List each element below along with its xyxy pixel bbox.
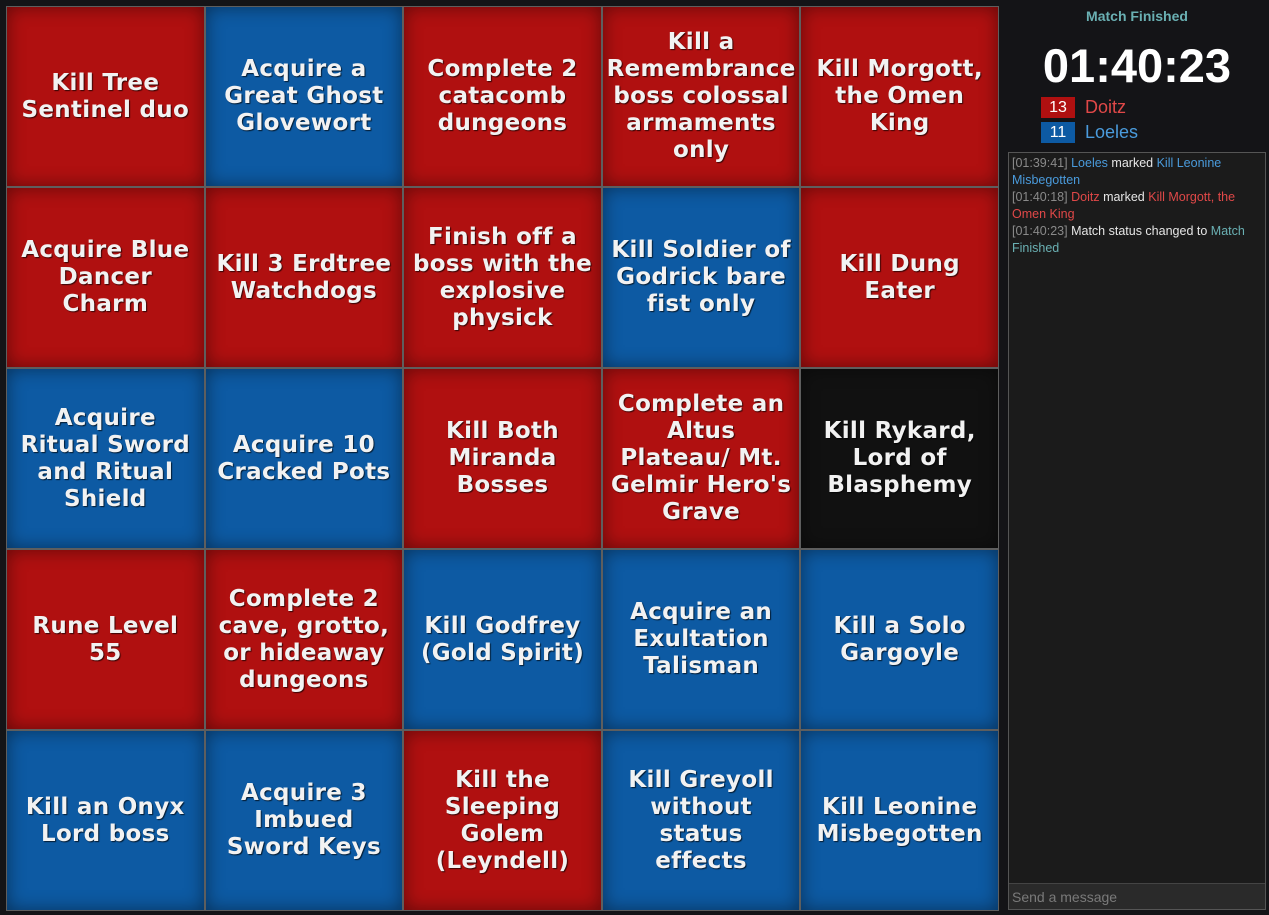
board-cell[interactable]: Kill Greyoll without status effects: [602, 731, 800, 910]
chat-actor: Loeles: [1071, 156, 1108, 170]
team-score-badge: 13: [1041, 96, 1075, 118]
board-cell[interactable]: Kill Both Miranda Bosses: [404, 369, 601, 548]
board-cell[interactable]: Kill an Onyx Lord boss: [7, 731, 204, 910]
board-cell[interactable]: Kill Tree Sentinel duo: [7, 7, 204, 186]
board-cell[interactable]: Acquire Ritual Sword and Ritual Shield: [7, 369, 204, 548]
board-cell[interactable]: Complete an Altus Plateau/ Mt. Gelmir He…: [602, 369, 800, 548]
match-status: Match Finished: [1086, 8, 1188, 24]
team-row-red: 13 Doitz: [1041, 95, 1269, 119]
chat-timestamp: [01:39:41]: [1012, 156, 1068, 170]
board-cell[interactable]: Kill 3 Erdtree Watchdogs: [205, 188, 403, 367]
board-cell[interactable]: Kill Dung Eater: [801, 188, 998, 367]
chat-action: marked: [1103, 190, 1145, 204]
chat-log[interactable]: [01:39:41] Loeles marked Kill Leonine Mi…: [1009, 153, 1265, 259]
board-cell[interactable]: Finish off a boss with the explosive phy…: [404, 188, 601, 367]
team-row-blue: 11 Loeles: [1041, 120, 1269, 144]
chat-actor: Doitz: [1071, 190, 1100, 204]
chat-panel: [01:39:41] Loeles marked Kill Leonine Mi…: [1008, 152, 1266, 910]
board-cell[interactable]: Kill a Remembrance boss colossal armamen…: [602, 7, 800, 186]
match-timer: 01:40:23: [1042, 39, 1232, 92]
sidebar: Match Finished 01:40:23 13 Doitz 11 Loel…: [1005, 0, 1269, 915]
team-score-badge: 11: [1041, 121, 1075, 143]
board-cell[interactable]: Kill Rykard, Lord of Blasphemy: [801, 369, 998, 548]
board-cell[interactable]: Kill a Solo Gargoyle: [801, 550, 998, 729]
team-name: Doitz: [1085, 96, 1127, 117]
chat-action: Match status changed to: [1071, 224, 1208, 238]
board-cell[interactable]: Kill Godfrey (Gold Spirit): [404, 550, 601, 729]
chat-message: [01:39:41] Loeles marked Kill Leonine Mi…: [1012, 155, 1262, 189]
board-cell[interactable]: Acquire Blue Dancer Charm: [7, 188, 204, 367]
board-cell[interactable]: Acquire a Great Ghost Glovewort: [205, 7, 403, 186]
team-name: Loeles: [1085, 121, 1139, 142]
bingo-board: Kill Tree Sentinel duo Acquire a Great Gh…: [6, 6, 999, 911]
board-cell[interactable]: Complete 2 catacomb dungeons: [404, 7, 601, 186]
board-cell[interactable]: Acquire 3 Imbued Sword Keys: [205, 731, 403, 910]
board-cell[interactable]: Kill Soldier of Godrick bare fist only: [602, 188, 800, 367]
board-cell[interactable]: Rune Level 55: [7, 550, 204, 729]
board-cell[interactable]: Complete 2 cave, grotto, or hideaway dun…: [205, 550, 403, 729]
board-cell[interactable]: Acquire 10 Cracked Pots: [205, 369, 403, 548]
board-cell[interactable]: Acquire an Exultation Talisman: [602, 550, 800, 729]
chat-timestamp: [01:40:18]: [1012, 190, 1068, 204]
board-cell[interactable]: Kill Leonine Misbegotten: [801, 731, 998, 910]
board-cell[interactable]: Kill Morgott, the Omen King: [801, 7, 998, 186]
chat-message: [01:40:18] Doitz marked Kill Morgott, th…: [1012, 189, 1262, 223]
board-cell[interactable]: Kill the Sleeping Golem (Leyndell): [404, 731, 601, 910]
chat-message: [01:40:23] Match status changed to Match…: [1012, 223, 1262, 257]
chat-action: marked: [1111, 156, 1154, 170]
chat-message-input[interactable]: [1009, 883, 1265, 909]
chat-timestamp: [01:40:23]: [1012, 224, 1068, 238]
